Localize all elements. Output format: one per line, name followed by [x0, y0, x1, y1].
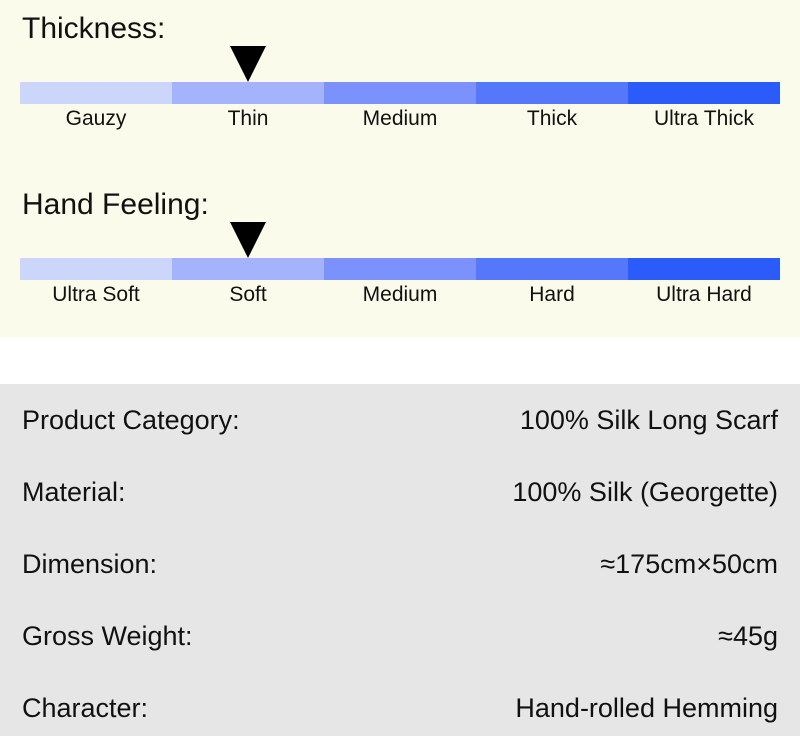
spec-value-gross-weight: ≈45g [718, 621, 778, 651]
spec-key-dimension: Dimension: [22, 549, 158, 579]
thickness-label-thick: Thick [526, 107, 578, 130]
hand-feeling-label-medium: Medium [362, 283, 438, 306]
spec-row-character: Character: Hand-rolled Hemming [0, 672, 800, 744]
thickness-meter [20, 46, 780, 104]
hand-feeling-meter [20, 222, 780, 280]
hand-feeling-label-ultra-soft: Ultra Soft [52, 283, 140, 306]
spec-value-character: Hand-rolled Hemming [515, 693, 778, 723]
thickness-segment-thick [476, 82, 628, 104]
spec-value-product-category: 100% Silk Long Scarf [519, 405, 778, 435]
hand-feeling-segment-hard [476, 258, 628, 280]
spec-row-material: Material: 100% Silk (Georgette) [0, 456, 800, 528]
hand-feeling-segment-ultra-soft [20, 258, 172, 280]
spec-row-dimension: Dimension: ≈175cm×50cm [0, 528, 800, 600]
hand-feeling-title: Hand Feeling: [22, 188, 209, 221]
thickness-label-ultra-thick: Ultra Thick [654, 107, 754, 130]
spec-value-dimension: ≈175cm×50cm [600, 549, 778, 579]
hand-feeling-label-hard: Hard [529, 283, 575, 306]
spec-key-material: Material: [22, 477, 126, 507]
scales-panel: Thickness: Gauzy Thin Medium Thick Ultra… [0, 0, 800, 337]
product-spec-panel: Product Category: 100% Silk Long Scarf M… [0, 384, 800, 736]
spec-key-character: Character: [22, 693, 149, 723]
spec-row-product-category: Product Category: 100% Silk Long Scarf [0, 384, 800, 456]
thickness-meter-labels: Gauzy Thin Medium Thick Ultra Thick [20, 106, 780, 131]
hand-feeling-label-soft: Soft [229, 283, 267, 306]
hand-feeling-meter-labels: Ultra Soft Soft Medium Hard Ultra Hard [20, 282, 780, 307]
spec-key-product-category: Product Category: [22, 405, 240, 435]
hand-feeling-meter-track [20, 258, 780, 280]
thickness-title: Thickness: [22, 12, 166, 45]
thickness-segment-ultra-thick [628, 82, 780, 104]
hand-feeling-label-ultra-hard: Ultra Hard [656, 283, 752, 306]
hand-feeling-marker-triangle-icon [230, 222, 266, 258]
hand-feeling-segment-soft [172, 258, 324, 280]
thickness-meter-track [20, 82, 780, 104]
section-separator [0, 337, 800, 384]
thickness-label-medium: Medium [362, 107, 438, 130]
hand-feeling-segment-ultra-hard [628, 258, 780, 280]
thickness-segment-thin [172, 82, 324, 104]
hand-feeling-segment-medium [324, 258, 476, 280]
thickness-segment-gauzy [20, 82, 172, 104]
thickness-label-gauzy: Gauzy [65, 107, 127, 130]
spec-value-material: 100% Silk (Georgette) [512, 477, 778, 507]
thickness-marker-triangle-icon [230, 46, 266, 82]
spec-key-gross-weight: Gross Weight: [22, 621, 193, 651]
thickness-segment-medium [324, 82, 476, 104]
spec-row-gross-weight: Gross Weight: ≈45g [0, 600, 800, 672]
thickness-label-thin: Thin [227, 107, 269, 130]
